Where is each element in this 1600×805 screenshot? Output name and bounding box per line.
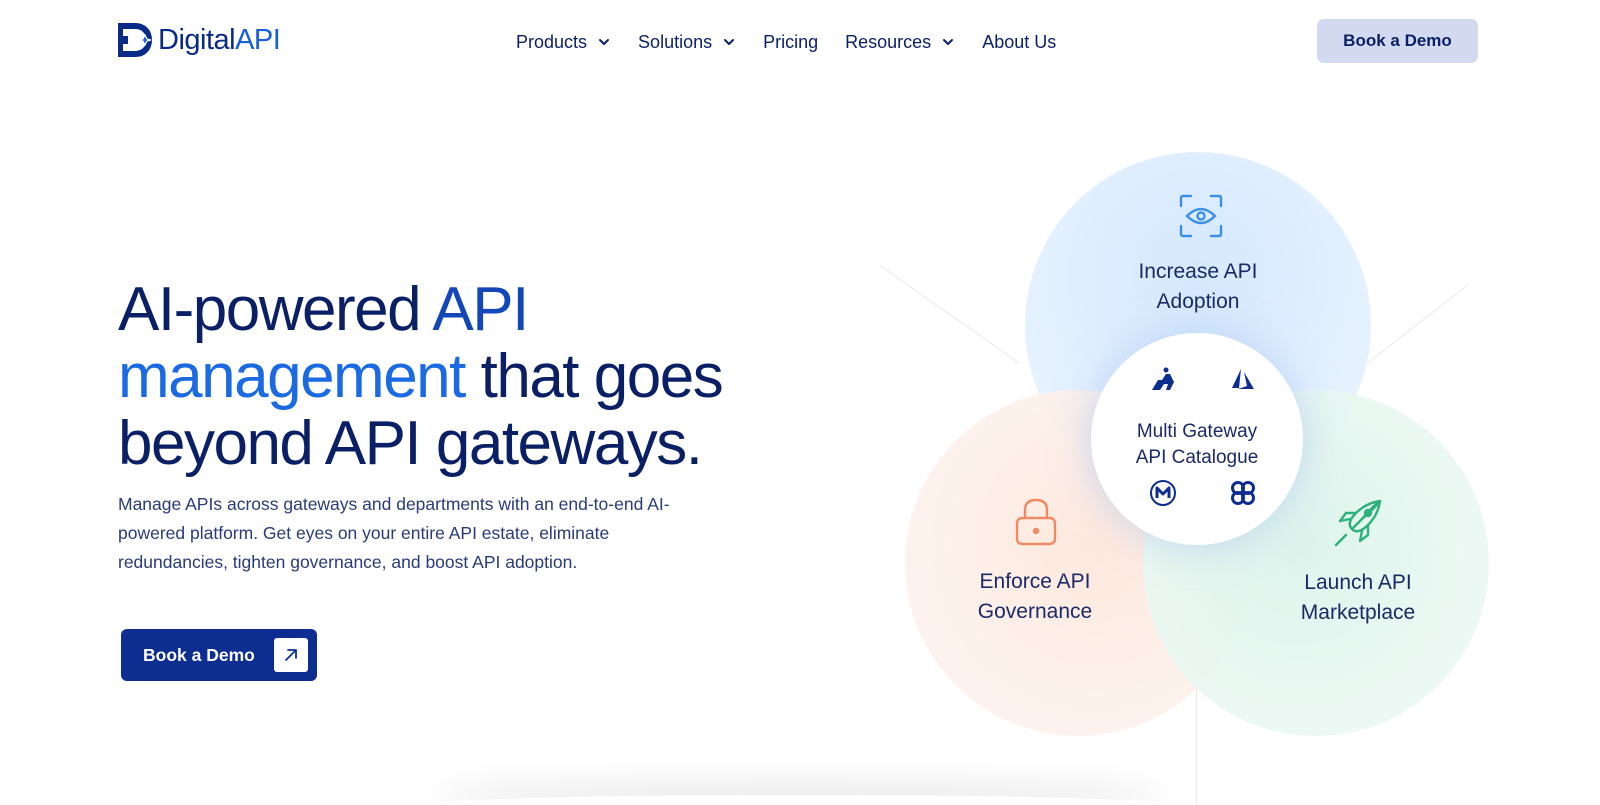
nav-item-label: Products [516, 31, 588, 52]
label-increase-adoption: Increase API Adoption [1108, 257, 1288, 317]
kong-icon [1152, 367, 1174, 390]
chevron-down-icon [724, 39, 735, 45]
nav-item-products[interactable]: Products [516, 28, 611, 56]
eye-scan-icon [1179, 194, 1223, 238]
brand-logo[interactable]: DigitalAPI [117, 22, 281, 58]
nav-book-demo-button[interactable]: Book a Demo [1317, 19, 1478, 63]
label-line: Adoption [1156, 290, 1240, 313]
label-multi-gateway-catalogue: Multi Gateway API Catalogue [1106, 419, 1288, 471]
label-line: Marketplace [1300, 601, 1416, 624]
label-line: Launch API [1304, 571, 1412, 594]
nav-item-pricing[interactable]: Pricing [763, 28, 818, 56]
logo-mark-icon [117, 22, 153, 58]
hero-cta-label: Book a Demo [143, 644, 255, 665]
brand-name: DigitalAPI [158, 22, 281, 58]
label-line: Increase API [1138, 260, 1258, 283]
hero-title-part4: that goes [464, 342, 724, 411]
nav-item-label: Solutions [638, 31, 713, 52]
top-navigation: DigitalAPI Products Solutions Pricing Re… [0, 0, 1600, 84]
hero-title-part5: beyond API gateways. [118, 409, 703, 478]
label-line: Multi Gateway [1136, 421, 1258, 442]
nav-item-about-us[interactable]: About Us [982, 28, 1056, 56]
lock-icon [1015, 498, 1057, 546]
feature-venn-diagram: Increase API Adoption Enforce API Govern… [879, 140, 1600, 805]
nav-item-label: About Us [982, 31, 1057, 52]
arrow-up-right-icon [274, 638, 308, 672]
hero-title-highlight: management [118, 342, 466, 411]
brand-name-part1: Digital [158, 24, 236, 56]
decorative-line [879, 265, 1020, 364]
azure-icon [1232, 369, 1254, 389]
label-line: API Catalogue [1135, 447, 1259, 468]
hero-title: AI-powered API management that goes beyo… [118, 276, 758, 477]
label-line: Governance [977, 600, 1093, 623]
label-enforce-governance: Enforce API Governance [945, 567, 1125, 627]
label-line: Enforce API [979, 570, 1091, 593]
mulesoft-icon [1150, 480, 1176, 506]
nav-item-solutions[interactable]: Solutions [638, 28, 736, 56]
hero-title-part1: AI-powered [118, 275, 433, 344]
chevron-down-icon [943, 39, 954, 45]
hero-book-demo-button[interactable]: Book a Demo [121, 629, 317, 681]
apigee-icon [1231, 481, 1255, 505]
main-menu: Products Solutions Pricing Resources Abo… [516, 28, 1083, 56]
nav-item-resources[interactable]: Resources [845, 28, 955, 56]
brand-name-part2: API [235, 24, 281, 56]
label-launch-marketplace: Launch API Marketplace [1268, 568, 1448, 628]
chevron-down-icon [599, 39, 610, 45]
rocket-icon [1334, 499, 1382, 547]
hero-description: Manage APIs across gateways and departme… [118, 494, 670, 572]
hero-title-part2: API [432, 275, 529, 344]
nav-item-label: Resources [845, 31, 932, 52]
nav-item-label: Pricing [763, 31, 819, 52]
